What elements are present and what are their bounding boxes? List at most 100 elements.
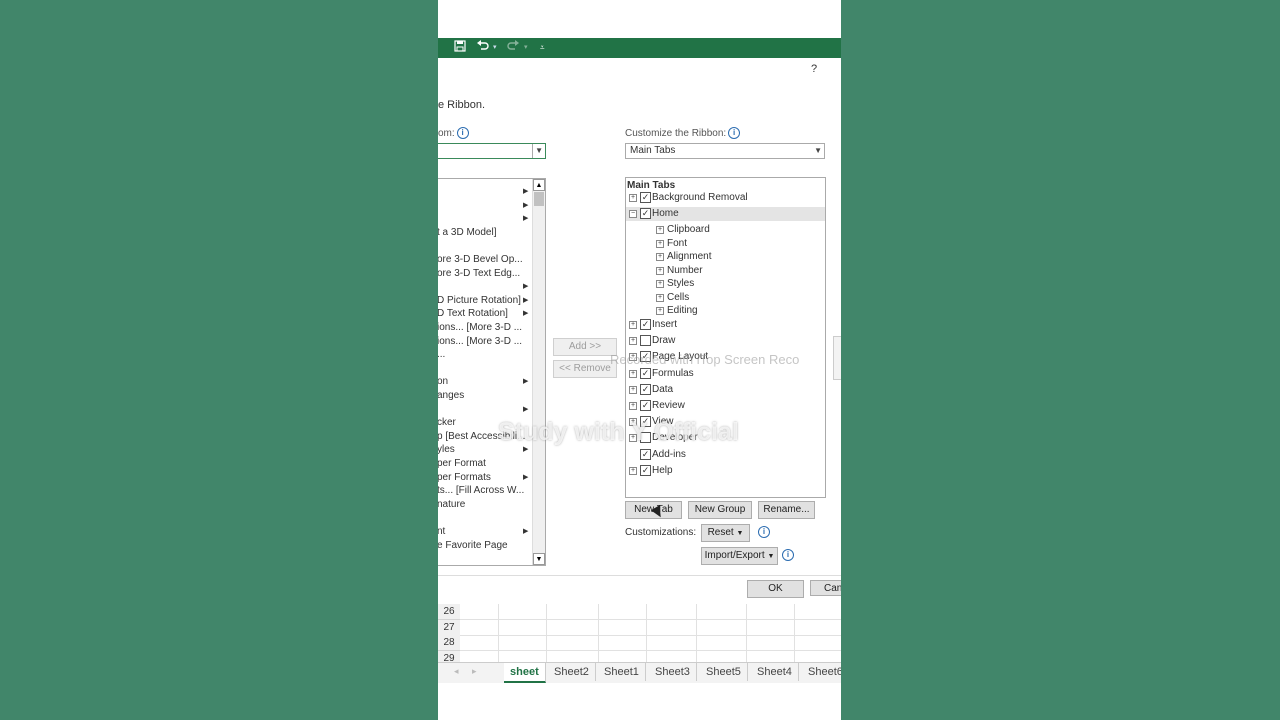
ok-button[interactable]: OK — [747, 580, 804, 598]
scroll-down-icon[interactable]: ▼ — [533, 553, 545, 565]
scroll-up-icon[interactable]: ▲ — [533, 179, 545, 191]
tree-item-label[interactable]: Review — [652, 399, 685, 412]
expand-icon[interactable]: + — [629, 337, 637, 346]
submenu-arrow-icon: ▶ — [523, 201, 529, 209]
command-item[interactable]: cker — [438, 416, 456, 429]
tree-item-label[interactable]: Add-ins — [652, 448, 686, 461]
sheet-tab[interactable]: Sheet3 — [649, 663, 697, 681]
expand-icon[interactable]: + — [656, 253, 664, 262]
checked-checkbox[interactable]: ✓ — [640, 399, 651, 411]
checked-checkbox[interactable]: ✓ — [640, 383, 651, 395]
command-item[interactable]: per Formats — [438, 471, 491, 484]
tree-item-label[interactable]: Help — [652, 464, 673, 477]
tree-item-label[interactable]: Data — [652, 383, 673, 396]
expand-icon[interactable]: + — [656, 266, 664, 275]
undo-icon[interactable] — [476, 40, 490, 56]
scroll-thumb[interactable] — [534, 192, 544, 206]
undo-dropdown-icon[interactable]: ▾ — [493, 40, 497, 56]
new-group-button[interactable]: New Group — [688, 501, 752, 519]
sheet-tab[interactable]: Sheet4 — [751, 663, 799, 681]
command-item[interactable]: ts... [Fill Across W... — [438, 484, 524, 497]
command-item[interactable]: nt — [438, 525, 445, 538]
sheet-tab[interactable]: sheet — [504, 663, 546, 683]
customize-ribbon-combo[interactable]: Main Tabs ▼ — [625, 143, 825, 159]
sheet-tab[interactable]: Sheet6 — [802, 663, 841, 681]
choose-commands-combo[interactable]: ▼ — [438, 143, 546, 159]
command-item[interactable]: ore 3-D Bevel Op... — [438, 253, 523, 266]
command-item[interactable]: yles — [438, 443, 455, 456]
expand-icon[interactable]: + — [629, 194, 637, 202]
submenu-arrow-icon: ▶ — [523, 378, 529, 386]
command-item[interactable]: t a 3D Model] — [438, 226, 496, 239]
info-icon: i — [456, 127, 469, 140]
ribbon-tabs-tree[interactable]: Main Tabs + ✓ Background Removal − ✓ Home + Cli… — [625, 177, 826, 498]
tree-item-label[interactable]: Formulas — [652, 367, 694, 380]
checked-checkbox[interactable]: ✓ — [640, 208, 651, 220]
expand-icon[interactable]: + — [629, 466, 637, 475]
command-item[interactable]: on — [438, 375, 448, 388]
expand-icon[interactable]: + — [656, 307, 664, 316]
sheet-tab[interactable]: Sheet2 — [548, 663, 596, 681]
command-item[interactable]: e Favorite Page — [438, 539, 508, 552]
tree-item-label[interactable]: Draw — [652, 334, 675, 347]
command-item[interactable]: anges — [438, 389, 464, 402]
command-item[interactable]: D Picture Rotation] — [438, 294, 521, 307]
checked-checkbox[interactable]: ✓ — [640, 448, 651, 460]
rename-button[interactable]: Rename... — [758, 501, 815, 519]
import-export-button[interactable]: Import/Export ▼ — [701, 547, 778, 565]
tree-item-label[interactable]: Font — [667, 237, 687, 250]
tree-item-label[interactable]: Insert — [652, 318, 677, 331]
expand-icon[interactable]: + — [656, 239, 664, 248]
checked-checkbox[interactable]: ✓ — [640, 367, 651, 379]
unchecked-checkbox[interactable] — [640, 335, 651, 347]
tree-item-label[interactable]: Cells — [667, 291, 689, 304]
commands-list[interactable]: ▲ ▼ ▶ ▶ ▶ t a 3D Model] ore 3-D Bevel Op... o… — [438, 178, 546, 566]
expand-icon[interactable]: + — [629, 369, 637, 378]
tree-item-label[interactable]: Alignment — [667, 250, 711, 263]
command-item[interactable]: ore 3-D Text Edg... — [438, 267, 520, 280]
reset-button[interactable]: Reset ▼ — [701, 524, 750, 542]
command-item[interactable]: nature — [438, 498, 465, 511]
remove-button[interactable]: << Remove — [553, 360, 617, 378]
checked-checkbox[interactable]: ✓ — [640, 464, 651, 476]
add-button[interactable]: Add >> — [553, 338, 617, 356]
expand-icon[interactable]: + — [656, 226, 664, 235]
tree-item-label[interactable]: Editing — [667, 304, 698, 317]
expand-icon[interactable]: + — [629, 401, 637, 410]
row-header[interactable]: 28 — [438, 635, 460, 651]
collapse-icon[interactable]: − — [629, 210, 637, 219]
cancel-button[interactable]: Can — [810, 580, 841, 596]
checked-checkbox[interactable]: ✓ — [640, 192, 651, 203]
sheet-tab[interactable]: Sheet1 — [598, 663, 646, 681]
command-item[interactable]: D Text Rotation] — [438, 307, 508, 320]
row-header[interactable]: 27 — [438, 619, 460, 636]
worksheet-grid[interactable]: 26 27 28 29 — [438, 604, 841, 667]
tree-item-label[interactable]: Styles — [667, 277, 694, 290]
qat-dropdown-icon[interactable]: ⩡ — [540, 40, 545, 56]
expand-icon[interactable]: + — [629, 320, 637, 329]
tree-item-label[interactable]: Number — [667, 264, 703, 277]
import-export-info-icon: i — [782, 549, 794, 561]
command-item[interactable]: per Format — [438, 457, 486, 470]
move-up-down-buttons[interactable] — [833, 336, 841, 380]
expand-icon[interactable]: + — [656, 280, 664, 289]
sheet-tab[interactable]: Sheet5 — [700, 663, 748, 681]
tree-item-label[interactable]: Home — [652, 207, 679, 220]
tab-scroll-left-icon[interactable]: ◂ — [454, 666, 459, 677]
command-item[interactable]: ions... [More 3-D ... — [438, 335, 522, 348]
expand-icon[interactable]: + — [656, 293, 664, 302]
redo-dropdown-icon: ▾ — [524, 44, 528, 51]
dialog-heading: e Ribbon. — [438, 99, 486, 111]
row-header[interactable]: 26 — [438, 604, 460, 620]
expand-icon[interactable]: + — [629, 385, 637, 394]
tree-item-label[interactable]: Clipboard — [667, 223, 710, 236]
checked-checkbox[interactable]: ✓ — [640, 318, 651, 330]
tab-scroll-right-icon[interactable]: ▸ — [472, 666, 477, 677]
save-icon[interactable] — [454, 40, 466, 56]
commands-scrollbar[interactable]: ▲ ▼ — [532, 179, 545, 565]
command-item[interactable]: ions... [More 3-D ... — [438, 321, 522, 334]
chevron-down-icon: ▼ — [532, 144, 543, 158]
command-item[interactable]: ... — [438, 348, 445, 361]
help-button[interactable]: ? — [811, 63, 817, 76]
tree-item-label[interactable]: Background Removal — [652, 191, 748, 204]
